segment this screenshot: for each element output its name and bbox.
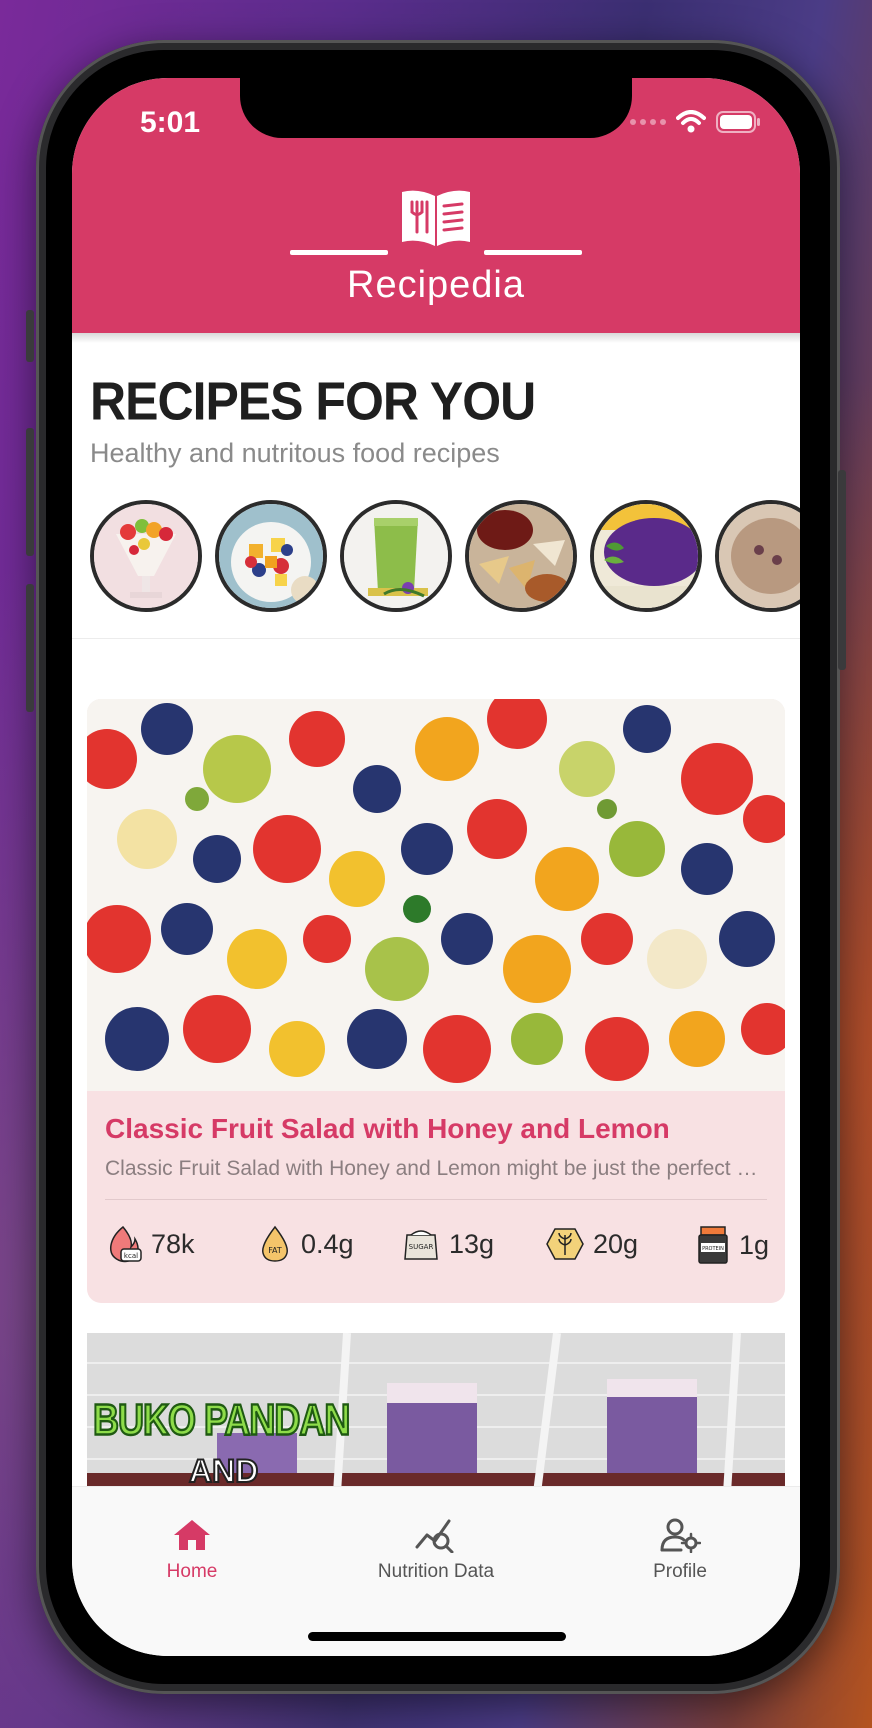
section-subtitle: Healthy and nutritous food recipes [90, 438, 500, 468]
signal-dots-icon [630, 119, 666, 125]
recipe-card-next[interactable]: BUKO PANDAN AND [87, 1333, 785, 1493]
tab-home[interactable]: Home [112, 1517, 272, 1583]
recipe-thumbnails [90, 498, 800, 622]
section-divider [72, 638, 800, 639]
power-button [838, 470, 846, 670]
recipe-thumbnail-fruit-bowl[interactable] [215, 500, 327, 612]
mute-switch [26, 310, 34, 362]
app-screen: Recipedia 5:01 RECIPES FOR YOU Healthy a… [72, 78, 800, 1656]
home-icon [174, 1520, 210, 1550]
nutrition-stats: kcal 78k FAT 0.4g SUGAR 13g 20g PROTEIN … [105, 1225, 775, 1275]
stat-sugar: SUGAR 13g [401, 1225, 494, 1263]
buko-pandan-and-label: AND [188, 1452, 259, 1490]
tab-home-label: Home [166, 1561, 218, 1582]
sugar-value: 13g [449, 1228, 495, 1259]
recipe-thumbnail-fruit-parfait[interactable] [90, 500, 202, 612]
device-notch [240, 78, 632, 138]
stat-fat: FAT 0.4g [257, 1225, 354, 1263]
recipe-image-fruit-salad [87, 699, 785, 1091]
svg-text:FAT: FAT [268, 1246, 282, 1255]
volume-down-button [26, 584, 34, 712]
stat-calories: kcal 78k [105, 1225, 195, 1263]
calories-value: 78k [151, 1228, 195, 1259]
fat-value: 0.4g [301, 1228, 354, 1259]
chart-search-icon [415, 1519, 454, 1554]
section-title: RECIPES FOR YOU [90, 371, 536, 432]
card-separator [105, 1199, 767, 1200]
home-indicator[interactable] [308, 1632, 566, 1641]
recipe-thumbnail-oatmeal[interactable] [715, 500, 800, 612]
recipe-card[interactable]: Classic Fruit Salad with Honey and Lemon… [87, 699, 785, 1303]
svg-text:SUGAR: SUGAR [409, 1243, 434, 1251]
recipe-title: Classic Fruit Salad with Honey and Lemon [105, 1113, 670, 1144]
sugar-bag-icon: SUGAR [404, 1230, 438, 1260]
calories-flame-icon: kcal [109, 1225, 142, 1263]
status-icons [630, 110, 762, 134]
tab-profile[interactable]: Profile [600, 1517, 760, 1583]
recipe-thumbnail-green-juice[interactable] [340, 500, 452, 612]
fat-drop-icon: FAT [262, 1225, 288, 1262]
recipe-book-icon [402, 190, 470, 246]
recipe-description: Classic Fruit Salad with Honey and Lemon… [105, 1157, 765, 1180]
carbs-wheat-icon [546, 1228, 584, 1260]
volume-up-button [26, 428, 34, 556]
tab-nutrition-label: Nutrition Data [377, 1561, 495, 1582]
bottom-tab-bar: Home Nutrition Data Profile [72, 1486, 800, 1656]
protein-jar-icon: PROTEIN [698, 1226, 728, 1264]
battery-icon [716, 111, 760, 133]
recipe-thumbnail-berry-smoothie[interactable] [590, 500, 702, 612]
recipe-thumbnail-chips-dip[interactable] [465, 500, 577, 612]
logo-line-left [290, 250, 388, 255]
tab-profile-label: Profile [653, 1561, 707, 1582]
carbs-value: 20g [593, 1228, 639, 1259]
stat-protein: PROTEIN 1g [695, 1225, 769, 1265]
wifi-icon [676, 110, 706, 133]
buko-pandan-label: BUKO PANDAN [92, 1394, 351, 1446]
logo-line-right [484, 250, 582, 255]
stat-carbs: 20g [545, 1225, 638, 1263]
svg-text:kcal: kcal [124, 1252, 138, 1260]
app-title: Recipedia [347, 264, 525, 306]
svg-text:PROTEIN: PROTEIN [702, 1246, 724, 1252]
header-shadow [72, 333, 800, 343]
protein-value: 1g [739, 1229, 770, 1260]
status-time: 5:01 [140, 106, 201, 139]
tab-nutrition-data[interactable]: Nutrition Data [356, 1517, 516, 1583]
user-settings-icon [660, 1518, 702, 1554]
